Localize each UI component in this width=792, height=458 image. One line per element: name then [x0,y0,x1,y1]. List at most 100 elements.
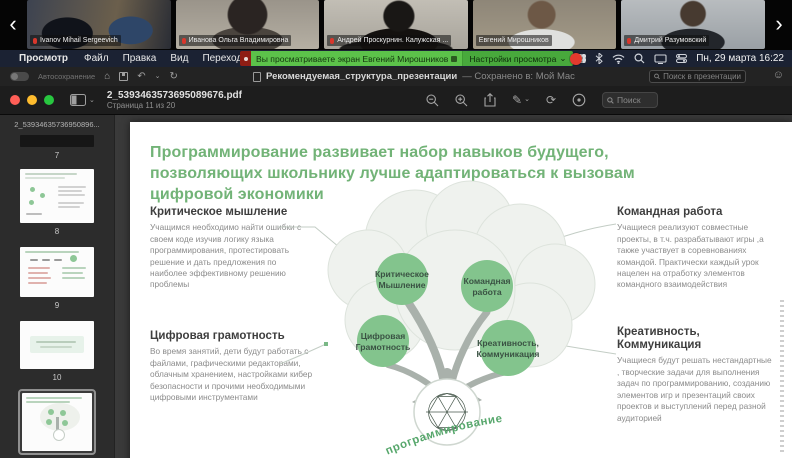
sidebar-toggle-button[interactable]: ⌄ [70,94,95,106]
view-options-button[interactable]: Настройки просмотра ⌄ [462,51,572,66]
search-icon [654,73,660,80]
video-strip: ‹ Ivanov Mihail Sergeevich Иванова Ольга… [0,0,792,50]
share-banner-label: Вы просматриваете экран Евгений Мирошник… [256,54,448,64]
pencil-icon: ✎ [512,94,522,106]
section-body: Во время занятий, дети будут работать с … [150,346,314,403]
participant-video[interactable]: Иванова Ольга Владимировна [176,0,320,49]
bluetooth-icon[interactable] [595,53,603,64]
minimize-window-button[interactable] [27,95,37,105]
view-options-label: Настройки просмотра [469,54,556,64]
section-heading: Цифровая грамотность [150,330,314,343]
participant-name-bar: Дмитрий Разумовский [624,35,709,46]
root-label-text: программирование [384,413,504,458]
home-icon[interactable]: ⌂ [104,72,110,82]
presentation-search-input[interactable]: Поиск в презентации [649,70,746,83]
markup-toolbar-button[interactable] [572,93,586,107]
zoom-out-button[interactable] [426,94,439,107]
zoom-in-button[interactable] [455,94,468,107]
participant-video[interactable]: Ivanov Mihail Sergeevich [27,0,171,49]
prev-participants-arrow-icon[interactable]: ‹ [2,10,24,40]
section-teamwork: Командная работа Учащиеся реализуют совм… [617,206,777,291]
rotate-button[interactable]: ⟳ [546,94,556,106]
control-center-icon[interactable] [676,54,687,63]
smiley-icon[interactable]: ☺ [773,69,784,81]
svg-text:Креативность,Коммуникация: Креативность,Коммуникация [477,338,540,359]
chevron-down-icon[interactable]: ⌄ [155,72,161,82]
share-banner-text: Вы просматриваете экран Евгений Мирошник… [251,51,462,66]
undo-icon[interactable]: ↶ [137,72,145,82]
section-creativity: Креативность, Коммуникация Учащиеся буду… [617,326,775,424]
participant-name: Иванова Ольга Владимировна [189,36,289,45]
markup-pencil-button[interactable]: ✎ ⌄ [512,94,530,106]
participant-tiles: Ivanov Mihail Sergeevich Иванова Ольга В… [27,0,765,49]
next-participants-arrow-icon[interactable]: › [768,10,790,40]
zoom-window-button[interactable] [44,95,54,105]
section-digital-literacy: Цифровая грамотность Во время занятий, д… [150,330,314,403]
section-heading: Креативность, Коммуникация [617,326,775,352]
circle-label: Мышление [378,280,425,290]
menu-edit[interactable]: Правка [116,53,164,64]
participant-video[interactable]: Андрей Проскурнин. Калужская ... [324,0,468,49]
sidebar-icon [70,94,86,106]
search-icon[interactable] [634,53,645,64]
participant-name: Евгений Мирошников [479,36,549,45]
vertical-watermark [780,300,784,452]
skill-circles [357,253,536,376]
circle-label: Грамотность [356,342,411,352]
participant-video[interactable]: Дмитрий Разумовский [621,0,765,49]
slide-page-11: Программирование развивает набор навыков… [130,122,792,458]
menu-file[interactable]: Файл [77,53,116,64]
search-placeholder: Поиск [617,95,641,105]
save-icon[interactable] [119,72,128,81]
menu-clock[interactable]: Пн, 29 марта 16:22 [696,53,786,64]
sidebar-filename: 2_53934635736950896... [14,120,100,129]
window-controls [10,95,54,105]
page-number: 10 [53,373,62,382]
page-10-thumbnail[interactable] [20,321,94,369]
svg-text:Команднаяработа: Команднаяработа [463,276,510,297]
connector-dots [324,245,562,347]
page-number: 7 [55,151,59,160]
tree-leaves [412,391,482,408]
document-title-cluster: Рекомендуемая_структура_презентации — Со… [253,67,575,86]
participant-name: Дмитрий Разумовский [634,36,706,45]
section-body: Учащимся необходимо найти ошибки с своем… [150,222,314,291]
participant-name-bar: Андрей Проскурнин. Калужская ... [327,35,451,46]
section-body: Учащиеся будут решать нестандартные , тв… [617,355,775,424]
menu-view[interactable]: Вид [163,53,195,64]
autosave-toggle[interactable] [10,72,29,81]
participant-name: Ivanov Mihail Sergeevich [40,36,118,45]
redo-icon[interactable]: ↻ [170,72,178,82]
page-9-thumbnail[interactable] [20,247,94,297]
pdf-toolbar: ⌄ 2_5393463573695089676.pdf Страница 11 … [0,86,792,115]
root-label: программирование [384,413,504,458]
pdf-filename: 2_5393463573695089676.pdf [107,90,242,102]
file-info: 2_5393463573695089676.pdf Страница 11 из… [107,90,242,111]
circle-label: Креативность, [477,338,539,348]
search-placeholder: Поиск в презентации [663,72,741,81]
close-window-button[interactable] [10,95,20,105]
chevron-down-icon: ⌄ [524,94,530,106]
section-heading: Критическое мышление [150,206,314,219]
share-button[interactable] [484,93,496,107]
circle-label: Коммуникация [477,349,540,359]
pdf-main-area: Программирование развивает набор навыков… [115,115,792,458]
pdf-toolbar-icons: ✎ ⌄ ⟳ Поиск [426,92,782,108]
display-icon[interactable] [654,54,667,64]
participant-name: Андрей Проскурнин. Калужская ... [337,36,448,45]
skill-circle-labels: КритическоеМышление Команднаяработа Цифр… [356,269,540,359]
participant-video[interactable]: Евгений Мирошников [473,0,617,49]
section-heading: Командная работа [617,206,777,219]
pdf-search-input[interactable]: Поиск [602,92,658,108]
page-7-thumbnail[interactable] [20,135,94,147]
wifi-icon[interactable] [612,54,625,64]
menu-app-name[interactable]: Просмотр [12,53,77,64]
stop-share-icon[interactable] [240,51,251,66]
page-11-thumbnail-selected[interactable] [18,389,96,455]
svg-text:КритическоеМышление: КритическоеМышление [375,269,429,290]
muted-mic-icon [182,38,186,44]
notification-badge [570,53,582,65]
circle-label: работа [472,287,502,297]
document-icon [253,72,261,82]
page-8-thumbnail[interactable] [20,169,94,223]
